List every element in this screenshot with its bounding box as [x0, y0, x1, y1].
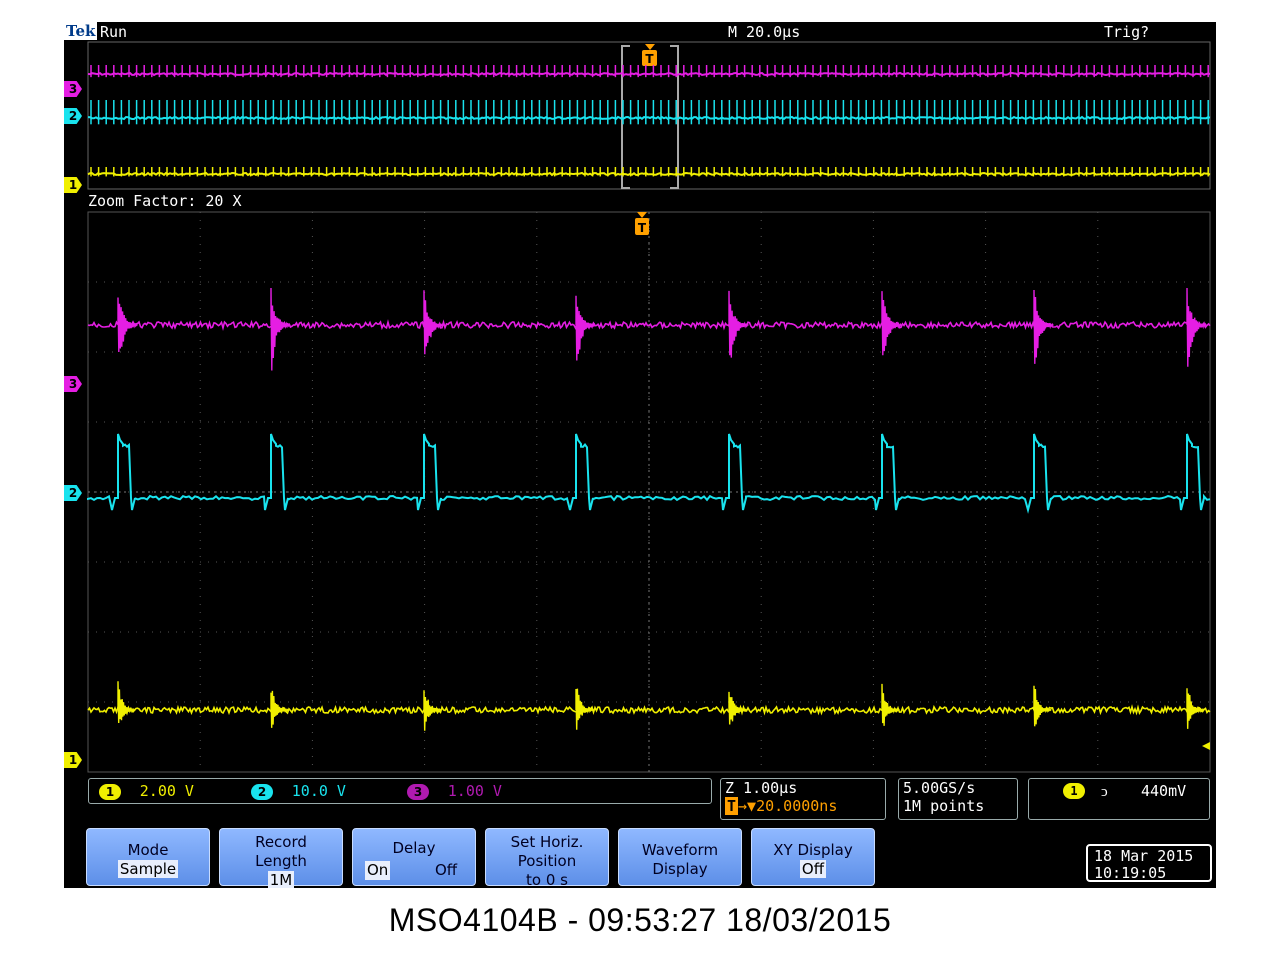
time: 10:19:05 [1094, 864, 1167, 882]
ch1-chip: 1 [99, 783, 121, 800]
date: 18 Mar 2015 [1094, 847, 1194, 865]
zoom-factor-title: Zoom Factor: 20 X [88, 192, 242, 210]
set-horiz-position-softkey[interactable]: Set Horiz. Position to 0 s [485, 828, 609, 888]
ch2-chip: 2 [251, 783, 273, 800]
trigger-source-chip: 1 [1063, 783, 1085, 799]
ch3-chip: 3 [407, 783, 429, 800]
trigger-level: 440mV [1141, 782, 1187, 800]
delay-softkey[interactable]: Delay On Off [352, 828, 476, 886]
ch1-scale-value: 2.00 V [139, 782, 194, 800]
record-label-2: Length [255, 852, 307, 870]
delay-off-option[interactable]: Off [435, 861, 457, 880]
waveform-display-softkey[interactable]: Waveform Display [618, 828, 742, 886]
record-points: 1M points [903, 797, 985, 815]
ch3-scale-value: 1.00 V [447, 782, 502, 800]
overview-ch3-trace [87, 65, 1211, 78]
horiz-label-2: Position [517, 852, 577, 870]
zoom-graticule-grid [88, 212, 1210, 772]
trigger-level-arrow [1202, 742, 1210, 750]
xy-value: Off [799, 860, 827, 878]
sample-rate: 5.00GS/s [903, 779, 976, 797]
waveform-label-2: Display [652, 860, 708, 878]
overview-trigger-marker: T [642, 44, 657, 66]
ch1-scale[interactable]: 1 2.00 V [99, 782, 194, 800]
delay-on-option[interactable]: On [365, 861, 391, 880]
zoom-trigger-marker: T [635, 212, 649, 235]
record-length-softkey[interactable]: Record Length 1M [219, 828, 343, 888]
delay-trigger-icon: T [725, 797, 739, 815]
image-caption: MSO4104B - 09:53:27 18/03/2015 [388, 902, 892, 938]
ch2-scale-value: 10.0 V [291, 782, 346, 800]
record-label-1: Record [255, 833, 307, 851]
zoom-timebase-readout[interactable]: Z 1.00µs T →▼20.0000ns [720, 778, 886, 820]
horiz-label-1: Set Horiz. [510, 833, 584, 851]
svg-text:T: T [645, 52, 654, 66]
svg-text:T: T [638, 221, 647, 235]
mode-value: Sample [117, 860, 179, 878]
ch2-scale[interactable]: 2 10.0 V [251, 782, 346, 800]
trigger-readout[interactable]: 1 ↄ 440mV [1028, 778, 1210, 820]
waveform-label-1: Waveform [641, 841, 719, 859]
mode-softkey[interactable]: Mode Sample [86, 828, 210, 886]
delay-label: Delay [392, 839, 436, 857]
record-value: 1M [267, 871, 295, 888]
overview-ch2-trace [87, 100, 1211, 125]
channel-scale-readout[interactable]: 1 2.00 V 2 10.0 V 3 1.00 V [88, 778, 712, 804]
horiz-label-3: to 0 s [526, 871, 568, 888]
delay-value: →▼20.0000ns [738, 797, 838, 815]
zoom-scale: Z 1.00µs [725, 779, 798, 797]
oscilloscope-screen: Tek Run M 20.0µs Trig? T T Zoom Factor: [64, 22, 1216, 888]
zoom-delay: T →▼20.0000ns [721, 797, 885, 815]
date-time-display: 18 Mar 2015 10:19:05 [1086, 844, 1212, 882]
overview-ch1-trace [87, 167, 1211, 177]
waveform-display: T T [87, 41, 1211, 773]
falling-edge-icon: ↄ [1101, 782, 1108, 800]
ch3-scale[interactable]: 3 1.00 V [407, 782, 502, 800]
xy-display-softkey[interactable]: XY Display Off [751, 828, 875, 886]
mode-label: Mode [127, 841, 169, 859]
acquisition-readout[interactable]: 5.00GS/s 1M points [898, 778, 1018, 820]
xy-label: XY Display [773, 841, 853, 859]
